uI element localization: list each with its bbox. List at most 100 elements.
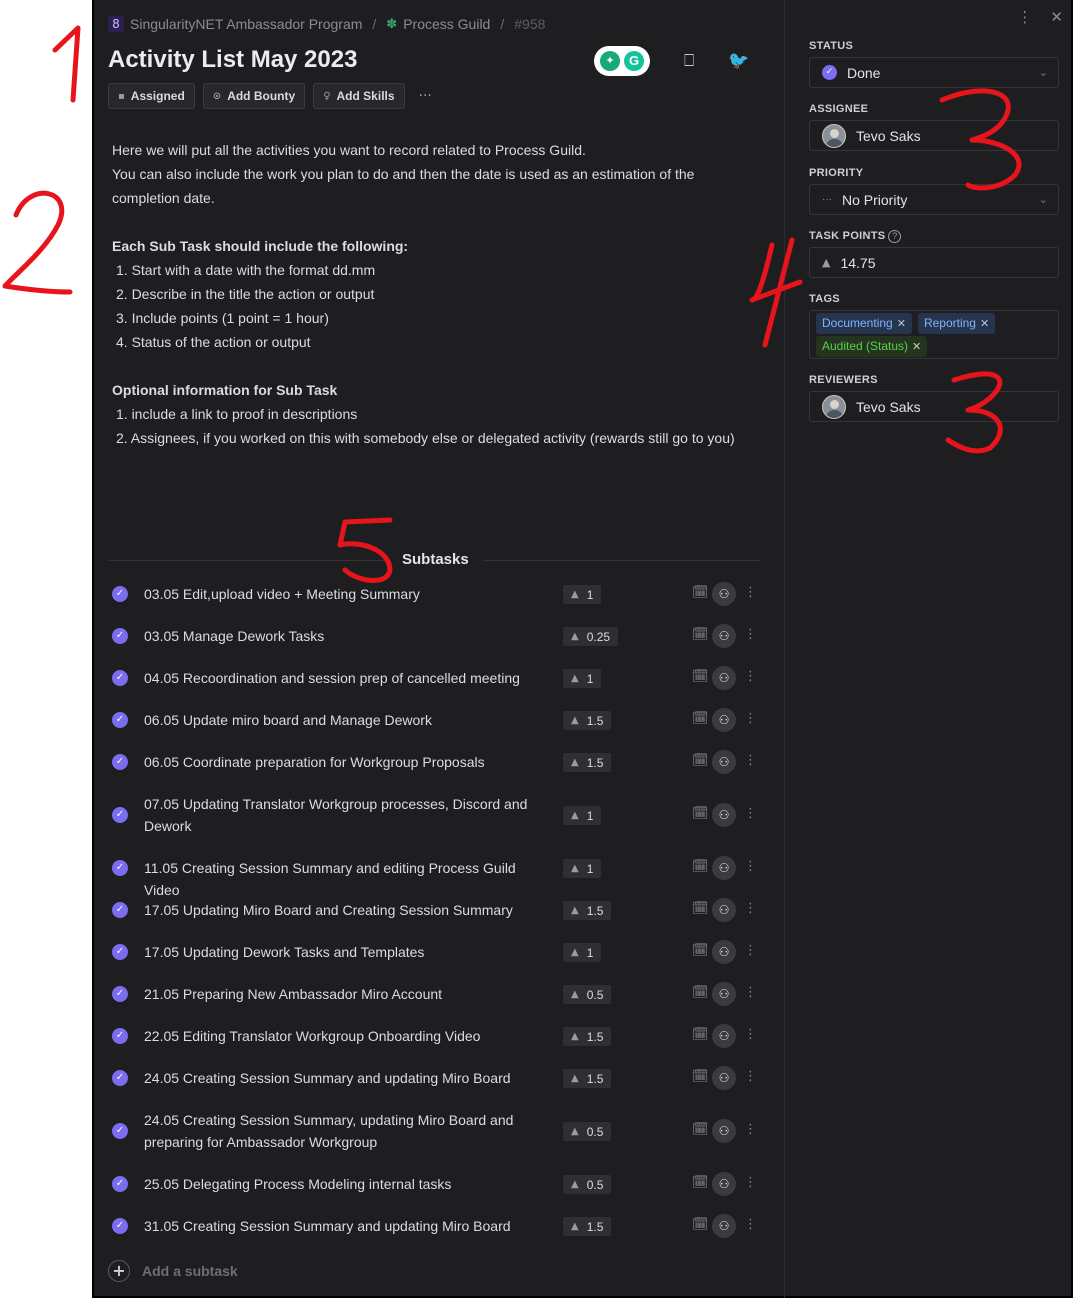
kebab-menu-icon[interactable]: ⋮	[744, 901, 757, 916]
calendar-icon[interactable]: 🗓	[692, 585, 709, 600]
subtask-title[interactable]: 04.05 Recoordination and session prep of…	[144, 667, 554, 689]
subtask-status-check-icon[interactable]: ✓	[112, 1123, 128, 1139]
calendar-icon[interactable]: 🗓	[692, 943, 709, 958]
calendar-icon[interactable]: 🗓	[692, 1122, 709, 1137]
subtask-status-check-icon[interactable]: ✓	[112, 1176, 128, 1192]
assign-user-icon[interactable]: ⚇	[712, 898, 736, 922]
assign-user-icon[interactable]: ⚇	[712, 1172, 736, 1196]
subtask-title[interactable]: 06.05 Update miro board and Manage Dewor…	[144, 709, 554, 731]
assign-user-icon[interactable]: ⚇	[712, 940, 736, 964]
kebab-menu-icon[interactable]: ⋮	[744, 1175, 757, 1190]
remove-tag-icon[interactable]: ✕	[897, 317, 906, 330]
assign-user-icon[interactable]: ⚇	[712, 582, 736, 606]
subtask-title[interactable]: 03.05 Edit,upload video + Meeting Summar…	[144, 583, 554, 605]
assign-user-icon[interactable]: ⚇	[712, 1214, 736, 1238]
subtask-status-check-icon[interactable]: ✓	[112, 1218, 128, 1234]
kebab-menu-icon[interactable]: ⋮	[744, 753, 757, 768]
browser-extension-badge[interactable]: ✦ G	[594, 46, 650, 76]
calendar-icon[interactable]: 🗓	[692, 985, 709, 1000]
calendar-icon[interactable]: 🗓	[692, 806, 709, 821]
kebab-menu-icon[interactable]: ⋮	[744, 859, 757, 874]
add-subtask-button[interactable]: + Add a subtask	[108, 1260, 238, 1282]
calendar-icon[interactable]: 🗓	[692, 1217, 709, 1232]
calendar-icon[interactable]: 🗓	[692, 669, 709, 684]
kebab-menu-icon[interactable]: ⋮	[1017, 8, 1032, 26]
task-title[interactable]: Activity List May 2023	[108, 46, 357, 74]
kebab-menu-icon[interactable]: ⋮	[744, 711, 757, 726]
calendar-icon[interactable]: 🗓	[692, 711, 709, 726]
task-points-input[interactable]: ▲ 14.75	[809, 247, 1059, 278]
subtask-points[interactable]: ▲ 1.5	[563, 1217, 612, 1236]
calendar-icon[interactable]: 🗓	[692, 753, 709, 768]
bookmark-icon[interactable]: ⎕	[684, 51, 694, 71]
subtask-status-check-icon[interactable]: ✓	[112, 986, 128, 1002]
subtask-points[interactable]: ▲ 1.5	[563, 711, 612, 730]
subtask-points[interactable]: ▲ 1	[563, 806, 602, 825]
assign-user-icon[interactable]: ⚇	[712, 750, 736, 774]
assign-user-icon[interactable]: ⚇	[712, 1024, 736, 1048]
calendar-icon[interactable]: 🗓	[692, 627, 709, 642]
subtask-status-check-icon[interactable]: ✓	[112, 1028, 128, 1044]
subtask-status-check-icon[interactable]: ✓	[112, 628, 128, 644]
task-description[interactable]: Here we will put all the activities you …	[112, 138, 772, 450]
subtask-points[interactable]: ▲ 1	[563, 859, 602, 878]
reviewers-field[interactable]: Tevo Saks	[809, 391, 1059, 422]
assign-user-icon[interactable]: ⚇	[712, 982, 736, 1006]
more-actions-icon[interactable]: ···	[419, 88, 432, 104]
subtask-status-check-icon[interactable]: ✓	[112, 586, 128, 602]
remove-tag-icon[interactable]: ✕	[912, 340, 921, 353]
calendar-icon[interactable]: 🗓	[692, 1069, 709, 1084]
subtask-points[interactable]: ▲ 1.5	[563, 753, 612, 772]
kebab-menu-icon[interactable]: ⋮	[744, 943, 757, 958]
kebab-menu-icon[interactable]: ⋮	[744, 985, 757, 1000]
subtask-title[interactable]: 07.05 Updating Translator Workgroup proc…	[144, 793, 554, 837]
subtask-points[interactable]: ▲ 0.25	[563, 627, 619, 646]
subtask-status-check-icon[interactable]: ✓	[112, 1070, 128, 1086]
tags-field[interactable]: Documenting ✕ Reporting ✕ Audited (Status)…	[809, 310, 1059, 359]
calendar-icon[interactable]: 🗓	[692, 901, 709, 916]
subtask-status-check-icon[interactable]: ✓	[112, 670, 128, 686]
add-skills-button[interactable]: ♀ Add Skills	[313, 83, 405, 109]
twitter-icon[interactable]: 🐦	[728, 51, 749, 71]
tag-documenting[interactable]: Documenting ✕	[816, 312, 912, 334]
calendar-icon[interactable]: 🗓	[692, 1027, 709, 1042]
status-select[interactable]: ✓ Done ⌄	[809, 57, 1059, 88]
remove-tag-icon[interactable]: ✕	[980, 317, 989, 330]
subtask-status-check-icon[interactable]: ✓	[112, 754, 128, 770]
kebab-menu-icon[interactable]: ⋮	[744, 806, 757, 821]
subtask-points[interactable]: ▲ 0.5	[563, 1175, 612, 1194]
subtask-status-check-icon[interactable]: ✓	[112, 944, 128, 960]
kebab-menu-icon[interactable]: ⋮	[744, 1122, 757, 1137]
subtask-status-check-icon[interactable]: ✓	[112, 807, 128, 823]
subtask-points[interactable]: ▲ 1	[563, 943, 602, 962]
subtask-title[interactable]: 22.05 Editing Translator Workgroup Onboa…	[144, 1025, 554, 1047]
subtask-points[interactable]: ▲ 1.5	[563, 1027, 612, 1046]
subtask-status-check-icon[interactable]: ✓	[112, 902, 128, 918]
subtask-title[interactable]: 03.05 Manage Dework Tasks	[144, 625, 554, 647]
assign-user-icon[interactable]: ⚇	[712, 708, 736, 732]
calendar-icon[interactable]: 🗓	[692, 859, 709, 874]
kebab-menu-icon[interactable]: ⋮	[744, 1027, 757, 1042]
subtask-title[interactable]: 17.05 Updating Dework Tasks and Template…	[144, 941, 554, 963]
subtask-title[interactable]: 25.05 Delegating Process Modeling intern…	[144, 1173, 554, 1195]
subtask-title[interactable]: 21.05 Preparing New Ambassador Miro Acco…	[144, 983, 554, 1005]
assign-user-icon[interactable]: ⚇	[712, 666, 736, 690]
tag-reporting[interactable]: Reporting ✕	[917, 312, 996, 334]
subtask-title[interactable]: 24.05 Creating Session Summary and updat…	[144, 1067, 554, 1089]
kebab-menu-icon[interactable]: ⋮	[744, 669, 757, 684]
breadcrumb-space[interactable]: Process Guild	[403, 16, 490, 32]
priority-select[interactable]: ··· No Priority ⌄	[809, 184, 1059, 215]
add-bounty-button[interactable]: ⊙ Add Bounty	[202, 83, 306, 109]
subtask-points[interactable]: ▲ 1	[563, 585, 602, 604]
calendar-icon[interactable]: 🗓	[692, 1175, 709, 1190]
subtask-status-check-icon[interactable]: ✓	[112, 860, 128, 876]
subtask-status-check-icon[interactable]: ✓	[112, 712, 128, 728]
assign-user-icon[interactable]: ⚇	[712, 1119, 736, 1143]
subtask-points[interactable]: ▲ 1.5	[563, 1069, 612, 1088]
subtask-title[interactable]: 17.05 Updating Miro Board and Creating S…	[144, 899, 554, 921]
subtask-points[interactable]: ▲ 1	[563, 669, 602, 688]
subtask-title[interactable]: 06.05 Coordinate preparation for Workgro…	[144, 751, 554, 773]
subtask-points[interactable]: ▲ 0.5	[563, 1122, 612, 1141]
help-icon[interactable]: ?	[888, 230, 902, 243]
kebab-menu-icon[interactable]: ⋮	[744, 1217, 757, 1232]
